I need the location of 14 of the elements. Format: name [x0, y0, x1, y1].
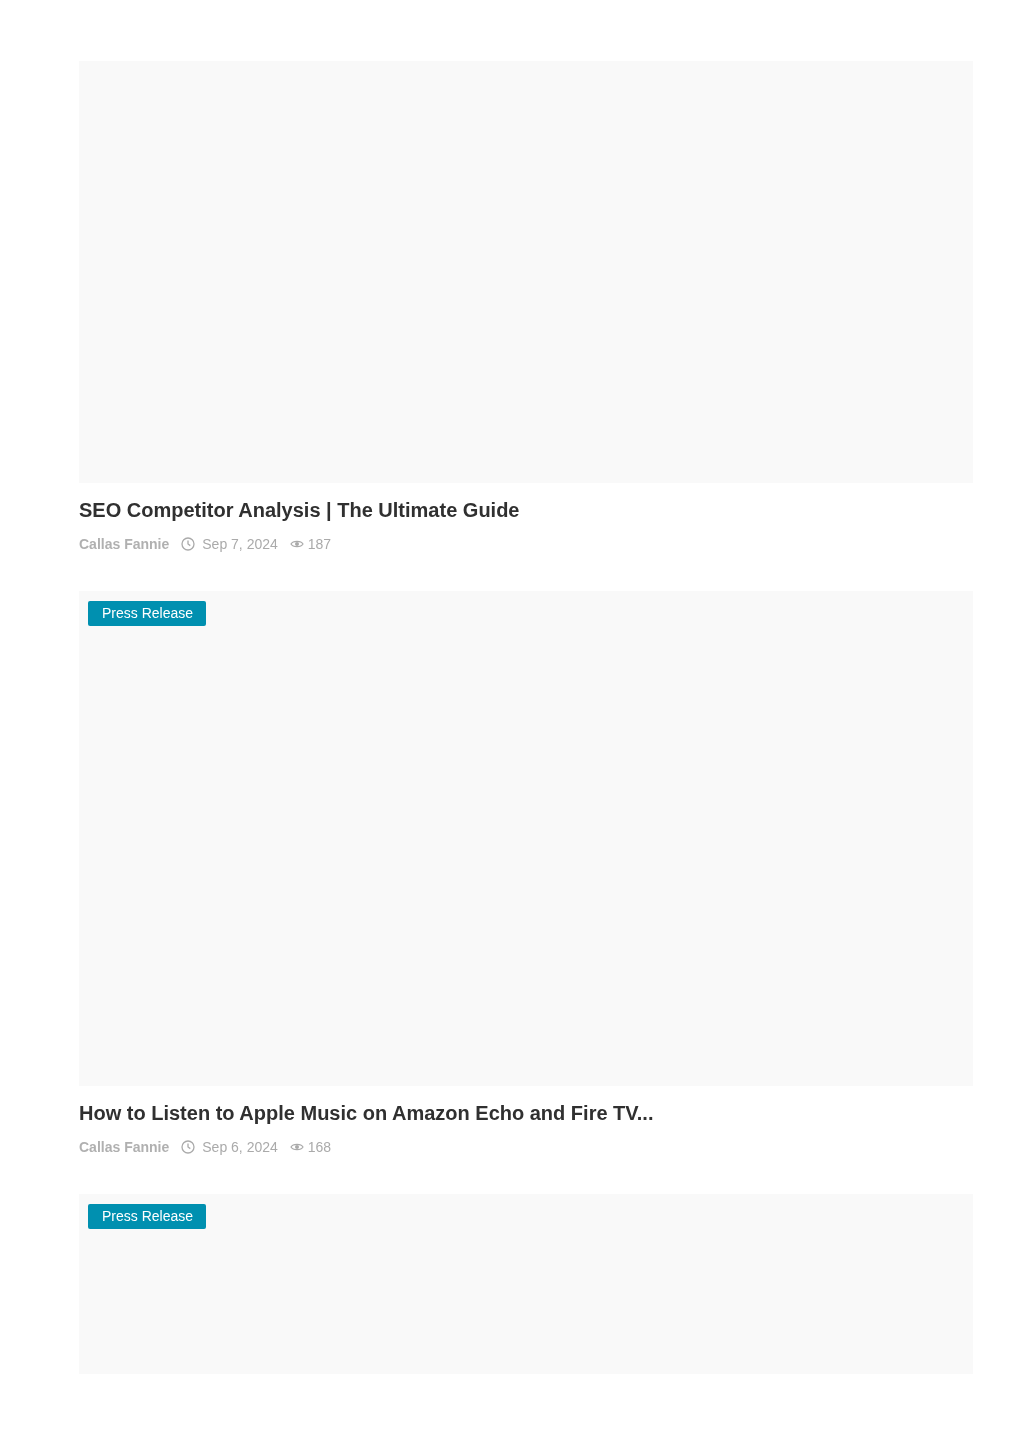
post-date: Sep 7, 2024	[202, 535, 278, 553]
view-count: 187	[307, 535, 332, 553]
author-name[interactable]: Callas Fannie	[79, 535, 170, 553]
clock-icon	[181, 1140, 196, 1154]
category-badge[interactable]: Press Release	[88, 1204, 207, 1229]
post-date: Sep 6, 2024	[202, 1138, 278, 1156]
eye-icon	[289, 539, 304, 549]
eye-icon	[289, 1142, 304, 1152]
clock-icon	[181, 537, 196, 551]
post-title[interactable]: SEO Competitor Analysis | The Ultimate Guide	[79, 497, 973, 523]
post-title[interactable]: How to Listen to Apple Music on Amazon Echo and Fire TV...	[79, 1100, 973, 1126]
category-badge[interactable]: Press Release	[88, 601, 207, 626]
author-name[interactable]: Callas Fannie	[79, 1138, 170, 1156]
view-count: 168	[307, 1138, 332, 1156]
